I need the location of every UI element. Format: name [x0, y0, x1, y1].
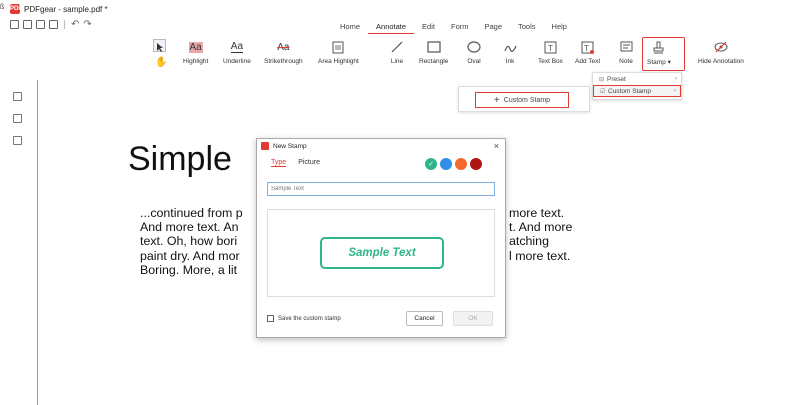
cursor-icon: [157, 43, 163, 52]
underline-button[interactable]: Aa Underline: [223, 39, 251, 65]
text-box-icon: T: [542, 39, 558, 55]
dialog-title-bar: New Stamp: [257, 139, 507, 153]
document-text-left: ...continued from p And more text. An te…: [140, 206, 243, 277]
ink-icon: [502, 39, 518, 55]
rectangle-icon: [426, 39, 442, 55]
close-icon[interactable]: ×: [494, 141, 499, 151]
tab-help[interactable]: Help: [544, 20, 575, 34]
strikethrough-icon: Aa: [277, 41, 290, 53]
new-stamp-dialog: New Stamp × Type Picture ✓ Sample Text S…: [256, 138, 506, 338]
left-sidebar: [0, 80, 38, 405]
annotate-ribbon: ✋ Aa Highlight Aa Underline Aa Strikethr…: [0, 37, 810, 73]
export-icon[interactable]: [36, 20, 45, 29]
svg-text:T: T: [548, 44, 553, 53]
redo-icon[interactable]: ↷: [83, 20, 91, 30]
dialog-title: New Stamp: [273, 142, 307, 150]
chevron-right-icon: ›: [675, 76, 677, 82]
menu-bar: Home Annotate Edit Form Page Tools Help: [332, 20, 575, 34]
highlight-icon: Aa: [188, 41, 203, 53]
pdfgear-logo: [261, 142, 269, 150]
select-tool-button[interactable]: [153, 39, 166, 52]
print-icon[interactable]: [49, 20, 58, 29]
check-icon: ✓: [428, 161, 434, 168]
color-dark-red[interactable]: [470, 158, 482, 170]
note-icon: [618, 39, 634, 55]
tab-tools[interactable]: Tools: [510, 20, 544, 34]
stamp-button-highlight: [642, 37, 685, 71]
add-text-button[interactable]: T Add Text: [575, 39, 600, 65]
thumbnails-icon[interactable]: [13, 114, 22, 123]
underline-icon: Aa: [230, 40, 244, 53]
tab-type[interactable]: Type: [271, 159, 287, 167]
comments-icon[interactable]: [13, 136, 22, 145]
preview-stamp-text: Sample Text: [320, 237, 444, 269]
tab-picture[interactable]: Picture: [298, 159, 320, 167]
cancel-button[interactable]: Cancel: [406, 311, 443, 326]
chevron-right-icon: ›: [674, 88, 676, 94]
tab-edit[interactable]: Edit: [414, 20, 443, 34]
save-custom-stamp-row[interactable]: Save the custom stamp: [267, 315, 341, 322]
oval-button[interactable]: Oval: [466, 39, 482, 65]
svg-text:T: T: [584, 44, 589, 53]
hide-annotation-icon: [713, 39, 729, 55]
stamp-text-input[interactable]: [267, 182, 495, 196]
highlight-button[interactable]: Aa Highlight: [183, 39, 208, 65]
hand-icon[interactable]: ✋: [155, 57, 167, 68]
area-highlight-icon: [330, 39, 346, 55]
ink-button[interactable]: Ink: [502, 39, 518, 65]
tab-home[interactable]: Home: [332, 20, 368, 34]
save-checkbox[interactable]: [267, 315, 274, 322]
color-picker: ✓: [425, 158, 482, 170]
qat-separator: [64, 20, 65, 29]
undo-icon[interactable]: ↶: [71, 20, 79, 30]
preset-icon: ⊟: [599, 76, 605, 83]
save-checkbox-label: Save the custom stamp: [278, 315, 341, 322]
strikethrough-button[interactable]: Aa Strikethrough: [264, 39, 303, 66]
tab-annotate[interactable]: Annotate: [368, 20, 415, 34]
ok-button[interactable]: OK: [453, 311, 493, 326]
line-button[interactable]: Line: [389, 39, 405, 65]
oval-icon: [466, 39, 482, 55]
stamp-preview: Sample Text: [267, 209, 495, 297]
add-custom-stamp-button[interactable]: + Custom Stamp: [475, 92, 569, 108]
note-button[interactable]: Note: [618, 39, 634, 65]
bookmark-icon[interactable]: [13, 92, 22, 101]
document-text-right: more text. t. And more atching l more te…: [509, 206, 573, 263]
hide-annotation-button[interactable]: Hide Annotation: [698, 39, 744, 65]
title-bar: PDF PDFgear - sample.pdf *: [0, 0, 810, 18]
menu-item-preset[interactable]: ⊟ Preset ›: [593, 73, 681, 85]
custom-stamp-submenu: + Custom Stamp: [458, 86, 590, 112]
text-box-button[interactable]: T Text Box: [538, 39, 563, 65]
custom-stamp-icon: ☑: [600, 88, 606, 95]
menu-item-custom-stamp[interactable]: ☑ Custom Stamp ›: [593, 85, 681, 97]
document-heading: Simple: [128, 140, 232, 178]
rectangle-button[interactable]: Rectangle: [419, 39, 448, 65]
color-orange[interactable]: [455, 158, 467, 170]
pdfgear-logo: PDF: [10, 4, 22, 14]
left-edge-glyph: ß: [0, 4, 5, 11]
open-icon[interactable]: [10, 20, 19, 29]
tab-form[interactable]: Form: [443, 20, 477, 34]
dialog-tabs: Type Picture: [271, 159, 320, 167]
color-green[interactable]: ✓: [425, 158, 437, 170]
line-icon: [389, 39, 405, 55]
add-text-icon: T: [580, 39, 596, 55]
window-title: PDFgear - sample.pdf *: [24, 4, 108, 14]
tab-page[interactable]: Page: [476, 20, 510, 34]
plus-icon: +: [493, 94, 500, 106]
save-icon[interactable]: [23, 20, 32, 29]
quick-access-toolbar: ↶ ↷: [10, 20, 92, 30]
color-blue[interactable]: [440, 158, 452, 170]
area-highlight-button[interactable]: Area Highlight: [318, 39, 359, 65]
stamp-dropdown-menu: ⊟ Preset › ☑ Custom Stamp ›: [592, 72, 682, 100]
